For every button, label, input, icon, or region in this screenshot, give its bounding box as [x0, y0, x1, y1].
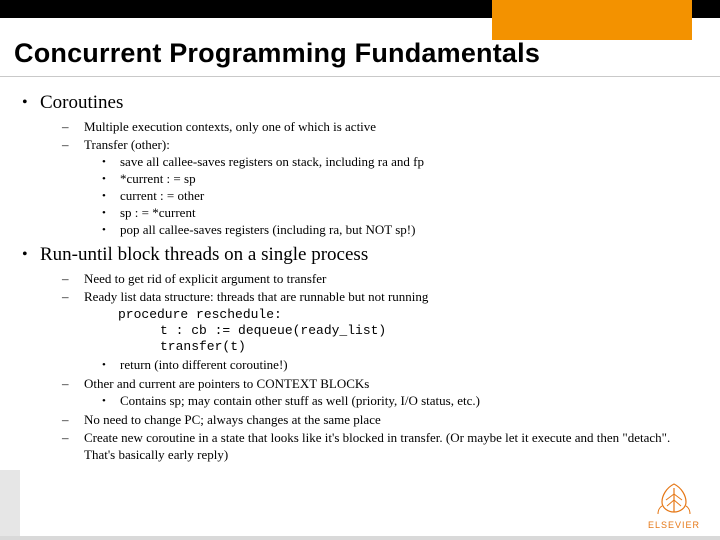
item-text: Other and current are pointers to CONTEX…: [84, 375, 700, 392]
dot-icon: •: [102, 205, 120, 221]
item-text: Transfer (other):: [84, 136, 700, 153]
item-text: Need to get rid of explicit argument to …: [84, 270, 700, 287]
dot-icon: •: [102, 188, 120, 204]
item-text: Ready list data structure: threads that …: [84, 288, 700, 305]
bullet-level3: •return (into different coroutine!): [102, 357, 700, 373]
sub-text: return (into different coroutine!): [120, 357, 700, 373]
bullet-level2: – Other and current are pointers to CONT…: [62, 375, 700, 392]
code-block: procedure reschedule: t : cb := dequeue(…: [118, 307, 700, 355]
level3-group: •save all callee-saves registers on stac…: [102, 154, 700, 238]
dash-icon: –: [62, 411, 84, 428]
bullet-level2: – No need to change PC; always changes a…: [62, 411, 700, 428]
top-orange-block: [492, 0, 692, 40]
bullet-dot: •: [22, 92, 40, 114]
sub-text: Contains sp; may contain other stuff as …: [120, 393, 700, 409]
dash-icon: –: [62, 118, 84, 135]
left-shadow: [0, 470, 20, 536]
bullet-level2: – Ready list data structure: threads tha…: [62, 288, 700, 305]
code-line: t : cb := dequeue(ready_list): [118, 323, 700, 339]
bullet-level2: – Transfer (other):: [62, 136, 700, 153]
slide-content: • Coroutines – Multiple execution contex…: [22, 92, 700, 469]
item-text: Create new coroutine in a state that loo…: [84, 429, 700, 463]
bullet-level2: – Need to get rid of explicit argument t…: [62, 270, 700, 287]
slide: Concurrent Programming Fundamentals • Co…: [0, 0, 720, 540]
dot-icon: •: [102, 357, 120, 373]
footer-shadow: [0, 536, 720, 540]
sub-text: *current : = sp: [120, 171, 700, 187]
bullet-level1: • Coroutines: [22, 92, 700, 114]
sub-text: sp : = *current: [120, 205, 700, 221]
item-text: No need to change PC; always changes at …: [84, 411, 700, 428]
dash-icon: –: [62, 429, 84, 463]
dot-icon: •: [102, 154, 120, 170]
bullet-level3: •save all callee-saves registers on stac…: [102, 154, 700, 170]
elsevier-logo: ELSEVIER: [648, 478, 700, 530]
dash-icon: –: [62, 136, 84, 153]
code-line: transfer(t): [118, 339, 700, 355]
elsevier-label: ELSEVIER: [648, 520, 700, 530]
bullet-dot: •: [22, 244, 40, 266]
bullet-level2: – Create new coroutine in a state that l…: [62, 429, 700, 463]
dash-icon: –: [62, 270, 84, 287]
sub-text: current : = other: [120, 188, 700, 204]
dot-icon: •: [102, 222, 120, 238]
sub-text: save all callee-saves registers on stack…: [120, 154, 700, 170]
sub-text: pop all callee-saves registers (includin…: [120, 222, 700, 238]
bullet-level2: – Multiple execution contexts, only one …: [62, 118, 700, 135]
level3-group: •return (into different coroutine!): [102, 357, 700, 373]
tree-icon: [652, 478, 696, 518]
dot-icon: •: [102, 393, 120, 409]
title-underline: [0, 76, 720, 77]
level3-group: •Contains sp; may contain other stuff as…: [102, 393, 700, 409]
code-line: procedure reschedule:: [118, 307, 700, 323]
slide-title: Concurrent Programming Fundamentals: [14, 38, 706, 69]
level2-group: – Need to get rid of explicit argument t…: [62, 270, 700, 463]
bullet-level3: •pop all callee-saves registers (includi…: [102, 222, 700, 238]
dash-icon: –: [62, 288, 84, 305]
item-text: Multiple execution contexts, only one of…: [84, 118, 700, 135]
bullet-level3: •sp : = *current: [102, 205, 700, 221]
bullet-level3: •*current : = sp: [102, 171, 700, 187]
bullet-level3: •Contains sp; may contain other stuff as…: [102, 393, 700, 409]
dot-icon: •: [102, 171, 120, 187]
heading-text: Coroutines: [40, 92, 123, 114]
dash-icon: –: [62, 375, 84, 392]
heading-text: Run-until block threads on a single proc…: [40, 244, 368, 266]
bullet-level1: • Run-until block threads on a single pr…: [22, 244, 700, 266]
level2-group: – Multiple execution contexts, only one …: [62, 118, 700, 238]
bullet-level3: •current : = other: [102, 188, 700, 204]
